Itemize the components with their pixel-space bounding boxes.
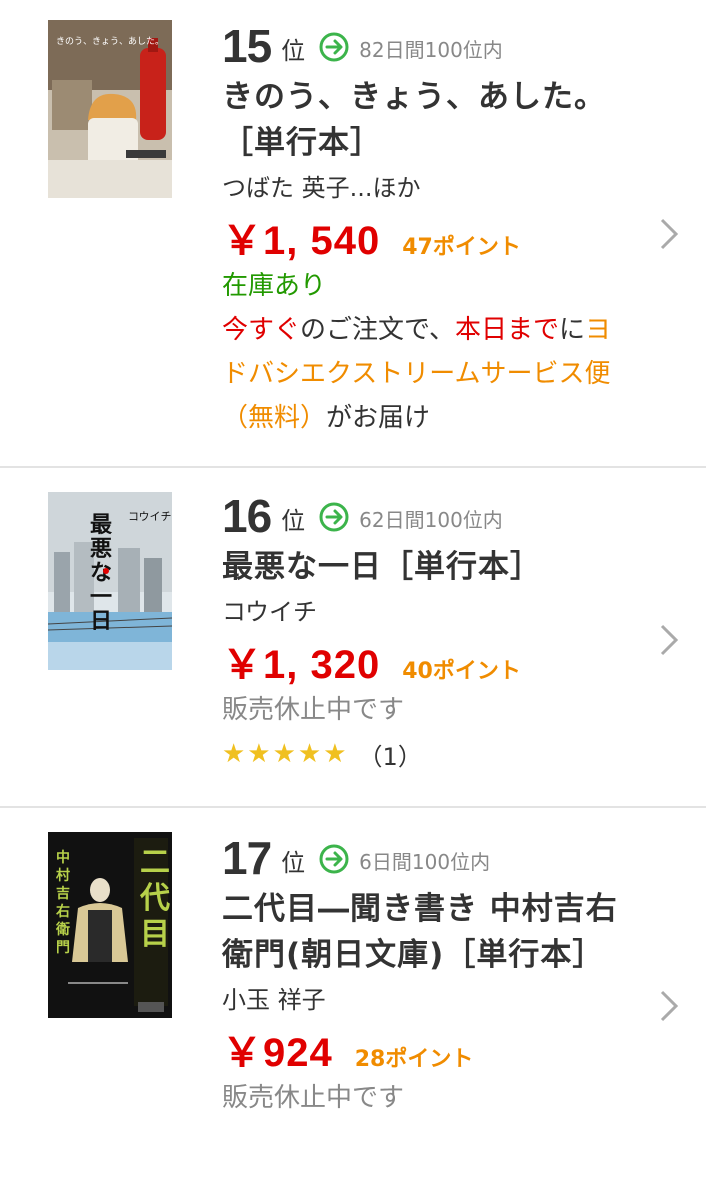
ranking-item-17[interactable]: 二 代 目 中 村 吉 右 衛 門 17 位 6日間100位内 二代目―聞き書き… (0, 808, 706, 1200)
svg-text:二: 二 (140, 845, 170, 880)
delivery-now: 今すぐ (222, 315, 301, 345)
chevron-right-icon[interactable] (658, 216, 680, 252)
stock-status: 販売休止中です (222, 1083, 405, 1113)
book-cover-art: 最 悪 な 一 日 コウイチ (48, 492, 172, 670)
stock-status: 販売休止中です (222, 695, 405, 725)
rank-number: 17 (222, 832, 272, 884)
book-title[interactable]: 最悪な一日［単行本］ (222, 544, 636, 590)
arrow-right-circle-icon (319, 502, 349, 532)
review-count: （1） (358, 742, 422, 771)
svg-text:中: 中 (56, 849, 70, 866)
arrow-right-circle-icon (319, 844, 349, 874)
days-in-ranking: 62日間100位内 (359, 507, 503, 532)
days-in-ranking: 82日間100位内 (359, 37, 503, 62)
stock-status: 在庫あり (222, 271, 327, 301)
price-line: ￥1, 540 47ポイント (222, 208, 636, 264)
svg-text:吉: 吉 (56, 885, 70, 902)
price-line: ￥924 28ポイント (222, 1020, 636, 1076)
svg-text:一: 一 (90, 584, 112, 610)
item-info: 15 位 82日間100位内 きのう、きょう、あした。［単行本］ つばた 英子.… (222, 22, 636, 440)
svg-text:代: 代 (139, 881, 170, 916)
book-title[interactable]: きのう、きょう、あした。［単行本］ (222, 74, 636, 166)
svg-text:コウイチ: コウイチ (128, 510, 172, 523)
review-rating[interactable]: ★★★★★ （1） (222, 732, 636, 776)
svg-text:最: 最 (90, 512, 113, 538)
chevron-right-icon[interactable] (658, 622, 680, 658)
svg-text:村: 村 (56, 867, 70, 884)
rank-number: 15 (222, 20, 272, 72)
star-rating-icon: ★★★★★ (222, 739, 349, 769)
rank-unit: 位 (281, 506, 306, 535)
price: ￥1, 540 (222, 219, 381, 263)
svg-text:衛: 衛 (55, 921, 70, 938)
item-info: 17 位 6日間100位内 二代目―聞き書き 中村吉右衛門(朝日文庫)［単行本］… (222, 834, 636, 1120)
rank-line: 17 位 6日間100位内 (222, 834, 636, 882)
rank-line: 16 位 62日間100位内 (222, 492, 636, 540)
item-info: 16 位 62日間100位内 最悪な一日［単行本］ コウイチ ￥1, 320 4… (222, 492, 636, 776)
ranking-item-16[interactable]: 最 悪 な 一 日 コウイチ 16 位 62日間100位内 最悪な一日［単行本］… (0, 468, 706, 808)
book-cover-image[interactable]: 最 悪 な 一 日 コウイチ (48, 492, 172, 670)
price: ￥924 (222, 1031, 333, 1075)
svg-text:悪: 悪 (90, 536, 112, 562)
rank-unit: 位 (281, 848, 306, 877)
ranking-list: きのう、きょう、あした。 15 位 82日間100位内 きのう、きょう、あした。… (0, 0, 706, 1200)
delivery-text: がお届け (326, 403, 431, 433)
book-cover-art: きのう、きょう、あした。 (48, 20, 172, 198)
book-cover-art: 二 代 目 中 村 吉 右 衛 門 (48, 832, 172, 1018)
rank-unit: 位 (281, 36, 306, 65)
delivery-text: に (559, 315, 586, 345)
book-cover-image[interactable]: 二 代 目 中 村 吉 右 衛 門 (48, 832, 172, 1018)
ranking-item-15[interactable]: きのう、きょう、あした。 15 位 82日間100位内 きのう、きょう、あした。… (0, 0, 706, 468)
price: ￥1, 320 (222, 643, 381, 687)
svg-text:日: 日 (90, 608, 112, 634)
svg-text:右: 右 (55, 903, 70, 920)
delivery-text: のご注文で、 (300, 315, 455, 345)
arrow-right-circle-icon (319, 32, 349, 62)
delivery-today: 本日まで (454, 315, 559, 345)
rank-number: 16 (222, 490, 272, 542)
book-author: コウイチ (222, 598, 318, 626)
price-line: ￥1, 320 40ポイント (222, 632, 636, 688)
points: 40ポイント (402, 659, 521, 684)
svg-text:な: な (90, 560, 112, 586)
chevron-right-icon[interactable] (658, 988, 680, 1024)
points: 28ポイント (354, 1047, 474, 1072)
book-cover-image[interactable]: きのう、きょう、あした。 (48, 20, 172, 198)
delivery-message: 今すぐのご注文で、本日までにヨドバシエクストリームサービス便（無料）がお届け (222, 308, 636, 440)
svg-text:門: 門 (56, 940, 70, 956)
points: 47ポイント (402, 235, 521, 260)
svg-text:きのう、きょう、あした。: きのう、きょう、あした。 (56, 36, 164, 47)
book-title[interactable]: 二代目―聞き書き 中村吉右衛門(朝日文庫)［単行本］ (222, 886, 636, 978)
days-in-ranking: 6日間100位内 (359, 849, 491, 874)
book-author: つばた 英子...ほか (222, 174, 421, 202)
book-author: 小玉 祥子 (222, 986, 326, 1014)
svg-text:目: 目 (140, 917, 170, 952)
rank-line: 15 位 82日間100位内 (222, 22, 636, 70)
